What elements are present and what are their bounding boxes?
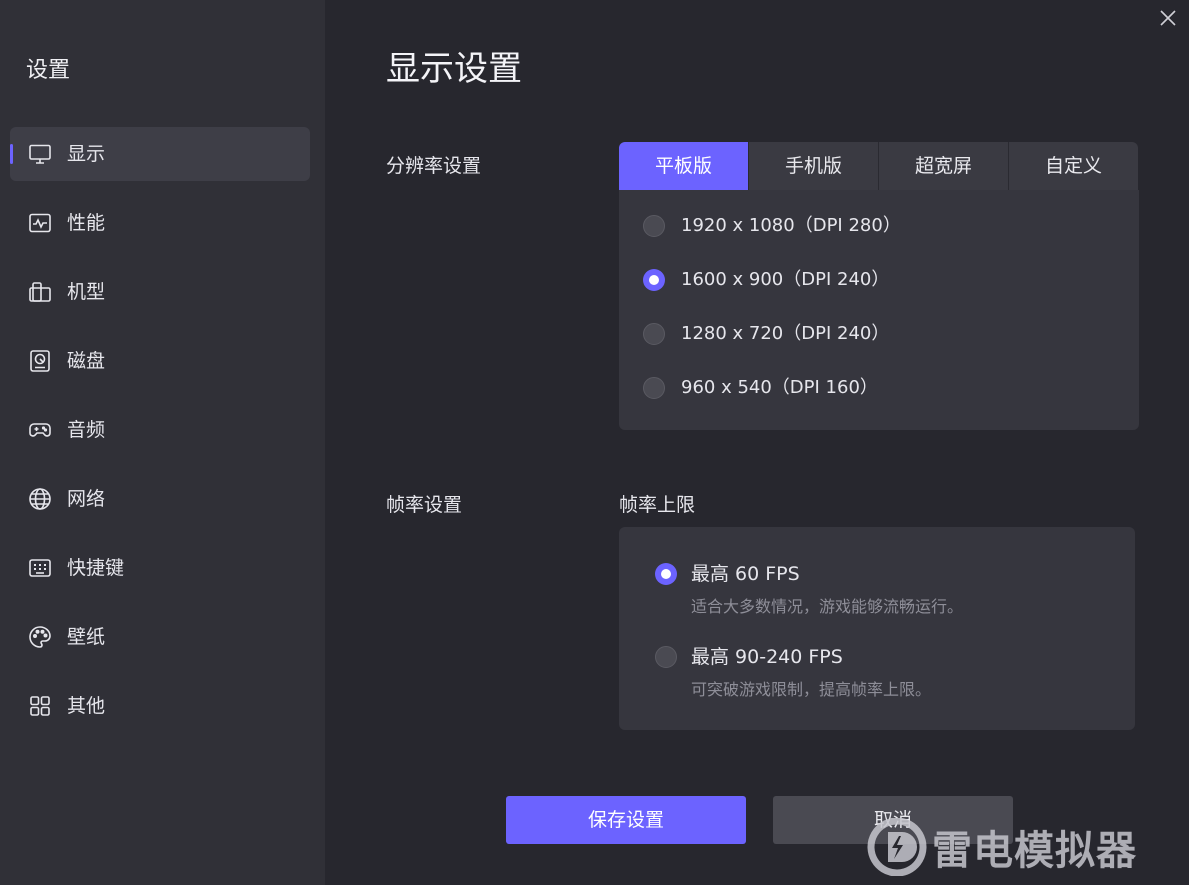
sidebar-item-label: 机型 — [67, 281, 106, 303]
globe-icon — [28, 487, 52, 511]
sidebar-item-device[interactable]: 机型 — [10, 265, 310, 319]
resolution-option[interactable]: 1280 x 720（DPI 240） — [643, 322, 889, 346]
sidebar-nav: 显示 性能 机型 磁盘 音频 网络 快捷键 壁纸 其他 — [10, 127, 310, 748]
radio-button-selected[interactable] — [643, 269, 665, 291]
monitor-icon — [28, 142, 52, 166]
sidebar-item-label: 快捷键 — [67, 557, 125, 579]
resolution-option-label: 960 x 540（DPI 160） — [681, 377, 878, 398]
sidebar-item-audio[interactable]: 音频 — [10, 403, 310, 457]
fps-option-title: 最高 90-240 FPS — [691, 646, 843, 668]
sidebar-item-label: 显示 — [67, 143, 106, 165]
resolution-option-label: 1920 x 1080（DPI 280） — [681, 215, 901, 236]
fps-option-title: 最高 60 FPS — [691, 563, 800, 585]
fps-option-desc: 适合大多数情况，游戏能够流畅运行。 — [691, 597, 964, 616]
tab-phone[interactable]: 手机版 — [749, 142, 879, 190]
fps-sub-label: 帧率上限 — [619, 494, 696, 516]
sidebar-item-network[interactable]: 网络 — [10, 472, 310, 526]
fps-option[interactable]: 最高 90-240 FPS — [655, 645, 843, 669]
sidebar-item-display[interactable]: 显示 — [10, 127, 310, 181]
close-icon — [1160, 10, 1176, 26]
watermark-text: 雷电模拟器 — [932, 828, 1137, 874]
close-button[interactable] — [1156, 6, 1180, 30]
sidebar-item-label: 网络 — [67, 488, 106, 510]
watermark: 雷电模拟器 — [866, 818, 1137, 876]
ldplayer-logo-icon — [867, 818, 927, 876]
sidebar-item-performance[interactable]: 性能 — [10, 196, 310, 250]
fps-options-panel: 最高 60 FPS 适合大多数情况，游戏能够流畅运行。 最高 90-240 FP… — [619, 527, 1135, 730]
resolution-label: 分辨率设置 — [386, 155, 482, 177]
resolution-option[interactable]: 1920 x 1080（DPI 280） — [643, 214, 901, 238]
sidebar-item-label: 性能 — [67, 212, 106, 234]
device-icon — [28, 280, 52, 304]
sidebar-item-shortcuts[interactable]: 快捷键 — [10, 541, 310, 595]
radio-button[interactable] — [643, 377, 665, 399]
resolution-options-panel: 1920 x 1080（DPI 280） 1600 x 900（DPI 240）… — [619, 190, 1139, 430]
save-button[interactable]: 保存设置 — [506, 796, 746, 844]
sidebar-item-other[interactable]: 其他 — [10, 679, 310, 733]
radio-button[interactable] — [643, 323, 665, 345]
palette-icon — [28, 625, 52, 649]
resolution-tabs: 平板版 手机版 超宽屏 自定义 — [619, 142, 1138, 190]
keyboard-icon — [28, 556, 52, 580]
tab-custom[interactable]: 自定义 — [1009, 142, 1138, 190]
sidebar-item-label: 磁盘 — [67, 350, 106, 372]
resolution-option-label: 1280 x 720（DPI 240） — [681, 323, 890, 344]
radio-button-selected[interactable] — [655, 563, 677, 585]
sidebar-item-wallpaper[interactable]: 壁纸 — [10, 610, 310, 664]
tab-tablet[interactable]: 平板版 — [619, 142, 749, 190]
resolution-option-label: 1600 x 900（DPI 240） — [681, 269, 890, 290]
page-title: 显示设置 — [386, 49, 522, 89]
sidebar-item-label: 壁纸 — [67, 626, 106, 648]
sidebar-title: 设置 — [26, 58, 71, 83]
gamepad-icon — [28, 418, 52, 442]
resolution-option[interactable]: 960 x 540（DPI 160） — [643, 376, 878, 400]
tab-ultrawide[interactable]: 超宽屏 — [879, 142, 1009, 190]
grid-icon — [28, 694, 52, 718]
sidebar: 设置 显示 性能 机型 磁盘 音频 网络 快捷键 壁纸 其他 — [0, 0, 325, 885]
performance-icon — [28, 211, 52, 235]
resolution-option[interactable]: 1600 x 900（DPI 240） — [643, 268, 889, 292]
disk-icon — [28, 349, 52, 373]
radio-button[interactable] — [643, 215, 665, 237]
radio-button[interactable] — [655, 646, 677, 668]
sidebar-item-disk[interactable]: 磁盘 — [10, 334, 310, 388]
sidebar-item-label: 音频 — [67, 419, 106, 441]
fps-option-desc: 可突破游戏限制，提高帧率上限。 — [691, 680, 932, 699]
fps-option[interactable]: 最高 60 FPS — [655, 562, 800, 586]
sidebar-item-label: 其他 — [67, 695, 106, 717]
fps-label: 帧率设置 — [386, 494, 463, 516]
